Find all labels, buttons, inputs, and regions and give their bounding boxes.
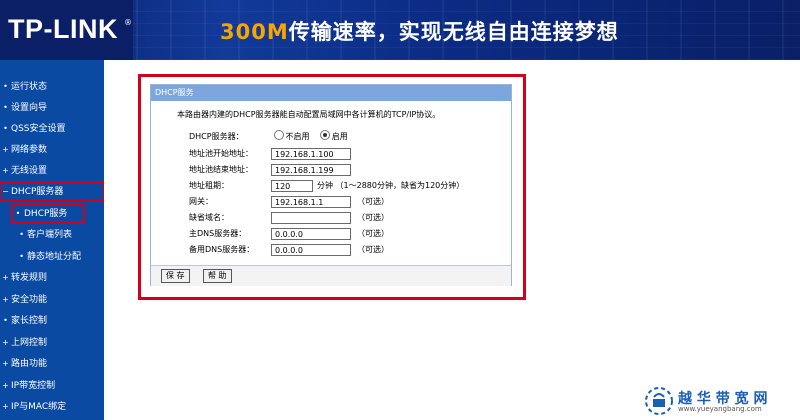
help-button[interactable]: 帮 助: [203, 269, 232, 283]
logo-area: TP-LINK ®: [0, 0, 133, 60]
button-bar: 保 存 帮 助: [151, 265, 511, 286]
dhcp-server-label: DHCP服务器：: [189, 132, 244, 141]
sidebar-item-label: 上网控制: [11, 338, 48, 348]
radio-disable-label: 不启用: [285, 132, 310, 141]
expand-icon: +: [2, 381, 9, 390]
domain-row: 缺省域名：: [189, 211, 271, 225]
sidebar-item-forwarding[interactable]: + 转发规则: [0, 269, 104, 287]
bullet-icon: •: [19, 252, 24, 261]
gateway-label: 网关：: [189, 197, 213, 206]
watermark-url: www.yueyangbang.com: [678, 405, 762, 413]
dhcp-service-panel: DHCP服务 本路由器内建的DHCP服务器能自动配置局域网中各计算机的TCP/I…: [150, 84, 512, 286]
sidebar-item-label: 家长控制: [11, 316, 48, 326]
registered-mark: ®: [124, 18, 132, 27]
domain-optional-hint: （可选）: [357, 213, 389, 222]
sidebar-item-bandwidth[interactable]: + IP带宽控制: [0, 377, 104, 395]
panel-description: 本路由器内建的DHCP服务器能自动配置局域网中各计算机的TCP/IP协议。: [177, 110, 441, 119]
dns1-optional-hint: （可选）: [357, 229, 389, 238]
sidebar-nav: • 运行状态 • 设置向导 • QSS安全设置 + 网络参数 + 无线设置 − DHCP服务…: [0, 60, 105, 420]
sidebar-item-label: 静态地址分配: [27, 252, 82, 262]
domain-input[interactable]: [271, 212, 351, 224]
sidebar-item-security[interactable]: + 安全功能: [0, 291, 104, 309]
tp-link-logo: TP-LINK: [8, 14, 118, 44]
expand-icon: +: [2, 145, 9, 154]
dns1-row: 主DNS服务器：: [189, 227, 271, 241]
bullet-icon: •: [15, 209, 21, 218]
gateway-row: 网关：: [189, 195, 271, 209]
sidebar-item-label: 运行状态: [11, 82, 48, 92]
expand-icon: +: [2, 338, 9, 347]
sidebar-subitem-dhcp-service[interactable]: • DHCP服务: [11, 204, 85, 224]
save-button[interactable]: 保 存: [161, 269, 190, 283]
sidebar-subitem-static-address[interactable]: • 静态地址分配: [0, 248, 104, 266]
header-banner: TP-LINK ® 300M传输速率，实现无线自由连接梦想: [0, 0, 800, 60]
bullet-icon: •: [19, 230, 24, 239]
gateway-optional-hint: （可选）: [357, 197, 389, 206]
sidebar-subitem-client-list[interactable]: • 客户端列表: [0, 226, 104, 244]
sidebar-item-wireless[interactable]: + 无线设置: [0, 162, 104, 180]
dns2-input[interactable]: 0.0.0.0: [271, 244, 351, 256]
domain-label: 缺省域名：: [189, 213, 229, 222]
start-ip-input[interactable]: 192.168.1.100: [271, 148, 351, 160]
watermark-logo-icon: [645, 387, 673, 415]
watermark: 越 华 带 宽 网 www.yueyangbang.com: [644, 386, 794, 416]
sidebar-item-label: 无线设置: [11, 166, 48, 176]
sidebar-item-label: DHCP服务: [24, 209, 68, 219]
bullet-icon: •: [3, 103, 8, 112]
dhcp-server-row: DHCP服务器： 不启用 启用: [189, 130, 348, 144]
dns2-label: 备用DNS服务器：: [189, 245, 255, 254]
end-ip-input[interactable]: 192.168.1.199: [271, 164, 351, 176]
sidebar-item-wizard[interactable]: • 设置向导: [0, 99, 104, 117]
sidebar-item-label: 设置向导: [11, 103, 48, 113]
lease-row: 地址租期：: [189, 179, 271, 193]
sidebar-item-dhcp-server[interactable]: − DHCP服务器: [0, 182, 105, 202]
bullet-icon: •: [3, 124, 8, 133]
slogan-speed: 300M: [220, 20, 289, 44]
sidebar-item-label: QSS安全设置: [11, 124, 66, 134]
sidebar-item-network[interactable]: + 网络参数: [0, 141, 104, 159]
sidebar-item-qss[interactable]: • QSS安全设置: [0, 120, 104, 138]
expand-icon: +: [2, 402, 9, 411]
expand-icon: +: [2, 295, 9, 304]
sidebar-item-label: IP带宽控制: [11, 381, 56, 391]
slogan-text: 传输速率，实现无线自由连接梦想: [288, 20, 619, 44]
dns2-row: 备用DNS服务器：: [189, 243, 271, 257]
sidebar-item-label: 路由功能: [11, 359, 48, 369]
sidebar-item-label: IP与MAC绑定: [11, 402, 67, 412]
sidebar-item-routing[interactable]: + 路由功能: [0, 355, 104, 373]
radio-enable-label: 启用: [331, 132, 348, 141]
end-ip-label: 地址池结束地址：: [189, 165, 253, 174]
gateway-input[interactable]: 192.168.1.1: [271, 196, 351, 208]
expand-icon: +: [2, 273, 9, 282]
sidebar-item-access-control[interactable]: + 上网控制: [0, 334, 104, 352]
radio-enable[interactable]: [319, 130, 330, 140]
sidebar-item-label: 网络参数: [11, 145, 48, 155]
sidebar-item-label: 客户端列表: [27, 230, 73, 240]
dns1-label: 主DNS服务器：: [189, 229, 247, 238]
dns2-optional-hint: （可选）: [357, 245, 389, 254]
expand-icon: +: [2, 359, 9, 368]
sidebar-item-parental[interactable]: • 家长控制: [0, 312, 104, 330]
lease-label: 地址租期：: [189, 181, 229, 190]
header-slogan: 300M传输速率，实现无线自由连接梦想: [220, 16, 619, 46]
sidebar-item-label: DHCP服务器: [11, 187, 64, 197]
start-ip-row: 地址池开始地址：: [189, 147, 271, 161]
bullet-icon: •: [3, 316, 8, 325]
radio-disable[interactable]: [273, 130, 284, 140]
lease-input[interactable]: 120: [271, 180, 313, 192]
radio-enable-option[interactable]: 启用: [319, 130, 348, 141]
lease-hint: 分钟 （1～2880分钟，缺省为120分钟）: [317, 181, 465, 190]
radio-disable-option[interactable]: 不启用: [273, 130, 310, 141]
sidebar-item-label: 转发规则: [11, 273, 48, 283]
start-ip-label: 地址池开始地址：: [189, 149, 253, 158]
collapse-icon: −: [2, 187, 9, 196]
sidebar-item-ip-mac-binding[interactable]: + IP与MAC绑定: [0, 398, 104, 416]
bullet-icon: •: [3, 82, 8, 91]
sidebar-item-label: 安全功能: [11, 295, 48, 305]
end-ip-row: 地址池结束地址：: [189, 163, 271, 177]
dns1-input[interactable]: 0.0.0.0: [271, 228, 351, 240]
expand-icon: +: [2, 166, 9, 175]
sidebar-item-status[interactable]: • 运行状态: [0, 78, 104, 96]
panel-title: DHCP服务: [151, 85, 511, 101]
